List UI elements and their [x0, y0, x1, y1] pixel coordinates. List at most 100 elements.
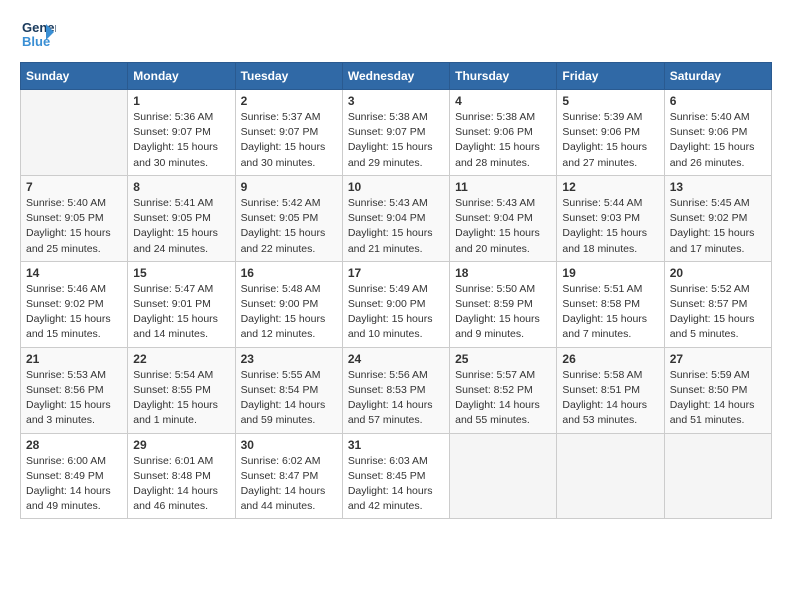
day-number: 5	[562, 94, 658, 108]
calendar-table: SundayMondayTuesdayWednesdayThursdayFrid…	[20, 62, 772, 519]
day-cell-6: 6Sunrise: 5:40 AMSunset: 9:06 PMDaylight…	[664, 90, 771, 176]
day-number: 24	[348, 352, 444, 366]
day-info: Sunrise: 5:38 AMSunset: 9:07 PMDaylight:…	[348, 110, 444, 171]
day-cell-4: 4 Sunrise: 5:38 AMSunset: 9:06 PMDaylight…	[450, 90, 557, 176]
day-number: 20	[670, 266, 766, 280]
day-cell-9: 9 Sunrise: 5:42 AMSunset: 9:05 PMDaylight…	[235, 175, 342, 261]
day-header-thursday: Thursday	[450, 63, 557, 90]
day-info: Sunrise: 5:56 AMSunset: 8:53 PMDaylight:…	[348, 368, 444, 429]
day-info: Sunrise: 5:46 AMSunset: 9:02 PMDaylight:…	[26, 282, 122, 343]
day-cell-22: 22 Sunrise: 5:54 AMSunset: 8:55 PMDayligh…	[128, 347, 235, 433]
day-number: 29	[133, 438, 229, 452]
day-number: 10	[348, 180, 444, 194]
day-number: 12	[562, 180, 658, 194]
day-cell-2: 2 Sunrise: 5:37 AMSunset: 9:07 PMDaylight…	[235, 90, 342, 176]
day-cell-28: 28 Sunrise: 6:00 AMSunset: 8:49 PMDayligh…	[21, 433, 128, 519]
day-cell-19: 19 Sunrise: 5:51 AMSunset: 8:58 PMDayligh…	[557, 261, 664, 347]
day-info: Sunrise: 5:40 AMSunset: 9:05 PMDaylight:…	[26, 196, 122, 257]
day-info: Sunrise: 5:51 AMSunset: 8:58 PMDaylight:…	[562, 282, 658, 343]
day-cell-31: 31 Sunrise: 6:03 AMSunset: 8:45 PMDayligh…	[342, 433, 449, 519]
day-cell-10: 10 Sunrise: 5:43 AMSunset: 9:04 PMDayligh…	[342, 175, 449, 261]
day-number: 2	[241, 94, 337, 108]
day-number: 1	[133, 94, 229, 108]
day-number: 9	[241, 180, 337, 194]
day-cell-24: 24 Sunrise: 5:56 AMSunset: 8:53 PMDayligh…	[342, 347, 449, 433]
svg-text:Blue: Blue	[22, 34, 50, 49]
day-header-saturday: Saturday	[664, 63, 771, 90]
day-info: Sunrise: 5:44 AMSunset: 9:03 PMDaylight:…	[562, 196, 658, 257]
day-info: Sunrise: 6:03 AMSunset: 8:45 PMDaylight:…	[348, 454, 444, 515]
day-cell-7: 7 Sunrise: 5:40 AMSunset: 9:05 PMDaylight…	[21, 175, 128, 261]
day-info: Sunrise: 5:55 AMSunset: 8:54 PMDaylight:…	[241, 368, 337, 429]
day-number: 7	[26, 180, 122, 194]
page-header: General Blue	[20, 16, 772, 52]
day-info: Sunrise: 5:57 AMSunset: 8:52 PMDaylight:…	[455, 368, 551, 429]
day-info: Sunrise: 5:38 AMSunset: 9:06 PMDaylight:…	[455, 110, 551, 171]
day-number: 31	[348, 438, 444, 452]
day-cell-21: 21 Sunrise: 5:53 AMSunset: 8:56 PMDayligh…	[21, 347, 128, 433]
day-info: Sunrise: 5:54 AMSunset: 8:55 PMDaylight:…	[133, 368, 229, 429]
day-number: 25	[455, 352, 551, 366]
day-cell-11: 11 Sunrise: 5:43 AMSunset: 9:04 PMDayligh…	[450, 175, 557, 261]
day-info: Sunrise: 5:53 AMSunset: 8:56 PMDaylight:…	[26, 368, 122, 429]
day-number: 14	[26, 266, 122, 280]
day-info: Sunrise: 5:36 AMSunset: 9:07 PMDaylight:…	[133, 110, 229, 171]
day-info: Sunrise: 5:59 AMSunset: 8:50 PMDaylight:…	[670, 368, 766, 429]
day-number: 22	[133, 352, 229, 366]
day-info: Sunrise: 5:41 AMSunset: 9:05 PMDaylight:…	[133, 196, 229, 257]
day-cell-26: 26 Sunrise: 5:58 AMSunset: 8:51 PMDayligh…	[557, 347, 664, 433]
day-info: Sunrise: 5:43 AMSunset: 9:04 PMDaylight:…	[348, 196, 444, 257]
day-info: Sunrise: 5:47 AMSunset: 9:01 PMDaylight:…	[133, 282, 229, 343]
day-info: Sunrise: 5:48 AMSunset: 9:00 PMDaylight:…	[241, 282, 337, 343]
day-cell-8: 8 Sunrise: 5:41 AMSunset: 9:05 PMDaylight…	[128, 175, 235, 261]
day-header-monday: Monday	[128, 63, 235, 90]
calendar-header-row: SundayMondayTuesdayWednesdayThursdayFrid…	[21, 63, 772, 90]
day-header-sunday: Sunday	[21, 63, 128, 90]
day-cell-29: 29Sunrise: 6:01 AMSunset: 8:48 PMDayligh…	[128, 433, 235, 519]
day-cell-13: 13Sunrise: 5:45 AMSunset: 9:02 PMDayligh…	[664, 175, 771, 261]
day-number: 28	[26, 438, 122, 452]
day-info: Sunrise: 6:00 AMSunset: 8:49 PMDaylight:…	[26, 454, 122, 515]
day-info: Sunrise: 5:43 AMSunset: 9:04 PMDaylight:…	[455, 196, 551, 257]
day-number: 17	[348, 266, 444, 280]
day-number: 4	[455, 94, 551, 108]
empty-cell	[557, 433, 664, 519]
calendar-week-1: 1 Sunrise: 5:36 AMSunset: 9:07 PMDaylight…	[21, 90, 772, 176]
day-info: Sunrise: 5:45 AMSunset: 9:02 PMDaylight:…	[670, 196, 766, 257]
day-cell-30: 30 Sunrise: 6:02 AMSunset: 8:47 PMDayligh…	[235, 433, 342, 519]
day-info: Sunrise: 5:58 AMSunset: 8:51 PMDaylight:…	[562, 368, 658, 429]
day-info: Sunrise: 5:42 AMSunset: 9:05 PMDaylight:…	[241, 196, 337, 257]
day-info: Sunrise: 5:52 AMSunset: 8:57 PMDaylight:…	[670, 282, 766, 343]
day-number: 6	[670, 94, 766, 108]
day-cell-23: 23 Sunrise: 5:55 AMSunset: 8:54 PMDayligh…	[235, 347, 342, 433]
day-cell-17: 17 Sunrise: 5:49 AMSunset: 9:00 PMDayligh…	[342, 261, 449, 347]
day-number: 30	[241, 438, 337, 452]
day-number: 26	[562, 352, 658, 366]
day-info: Sunrise: 5:39 AMSunset: 9:06 PMDaylight:…	[562, 110, 658, 171]
day-cell-18: 18Sunrise: 5:50 AMSunset: 8:59 PMDayligh…	[450, 261, 557, 347]
calendar-week-2: 7 Sunrise: 5:40 AMSunset: 9:05 PMDaylight…	[21, 175, 772, 261]
day-cell-25: 25 Sunrise: 5:57 AMSunset: 8:52 PMDayligh…	[450, 347, 557, 433]
day-header-wednesday: Wednesday	[342, 63, 449, 90]
day-number: 11	[455, 180, 551, 194]
day-info: Sunrise: 5:37 AMSunset: 9:07 PMDaylight:…	[241, 110, 337, 171]
calendar-body: 1 Sunrise: 5:36 AMSunset: 9:07 PMDaylight…	[21, 90, 772, 519]
day-cell-1: 1 Sunrise: 5:36 AMSunset: 9:07 PMDaylight…	[128, 90, 235, 176]
empty-cell	[664, 433, 771, 519]
day-info: Sunrise: 5:49 AMSunset: 9:00 PMDaylight:…	[348, 282, 444, 343]
day-info: Sunrise: 5:50 AMSunset: 8:59 PMDaylight:…	[455, 282, 551, 343]
day-header-tuesday: Tuesday	[235, 63, 342, 90]
day-number: 21	[26, 352, 122, 366]
day-cell-12: 12 Sunrise: 5:44 AMSunset: 9:03 PMDayligh…	[557, 175, 664, 261]
day-info: Sunrise: 6:02 AMSunset: 8:47 PMDaylight:…	[241, 454, 337, 515]
day-number: 8	[133, 180, 229, 194]
empty-cell	[21, 90, 128, 176]
day-number: 19	[562, 266, 658, 280]
day-number: 15	[133, 266, 229, 280]
day-header-friday: Friday	[557, 63, 664, 90]
day-cell-5: 5 Sunrise: 5:39 AMSunset: 9:06 PMDaylight…	[557, 90, 664, 176]
day-number: 3	[348, 94, 444, 108]
day-number: 23	[241, 352, 337, 366]
day-cell-3: 3 Sunrise: 5:38 AMSunset: 9:07 PMDaylight…	[342, 90, 449, 176]
day-cell-16: 16Sunrise: 5:48 AMSunset: 9:00 PMDayligh…	[235, 261, 342, 347]
